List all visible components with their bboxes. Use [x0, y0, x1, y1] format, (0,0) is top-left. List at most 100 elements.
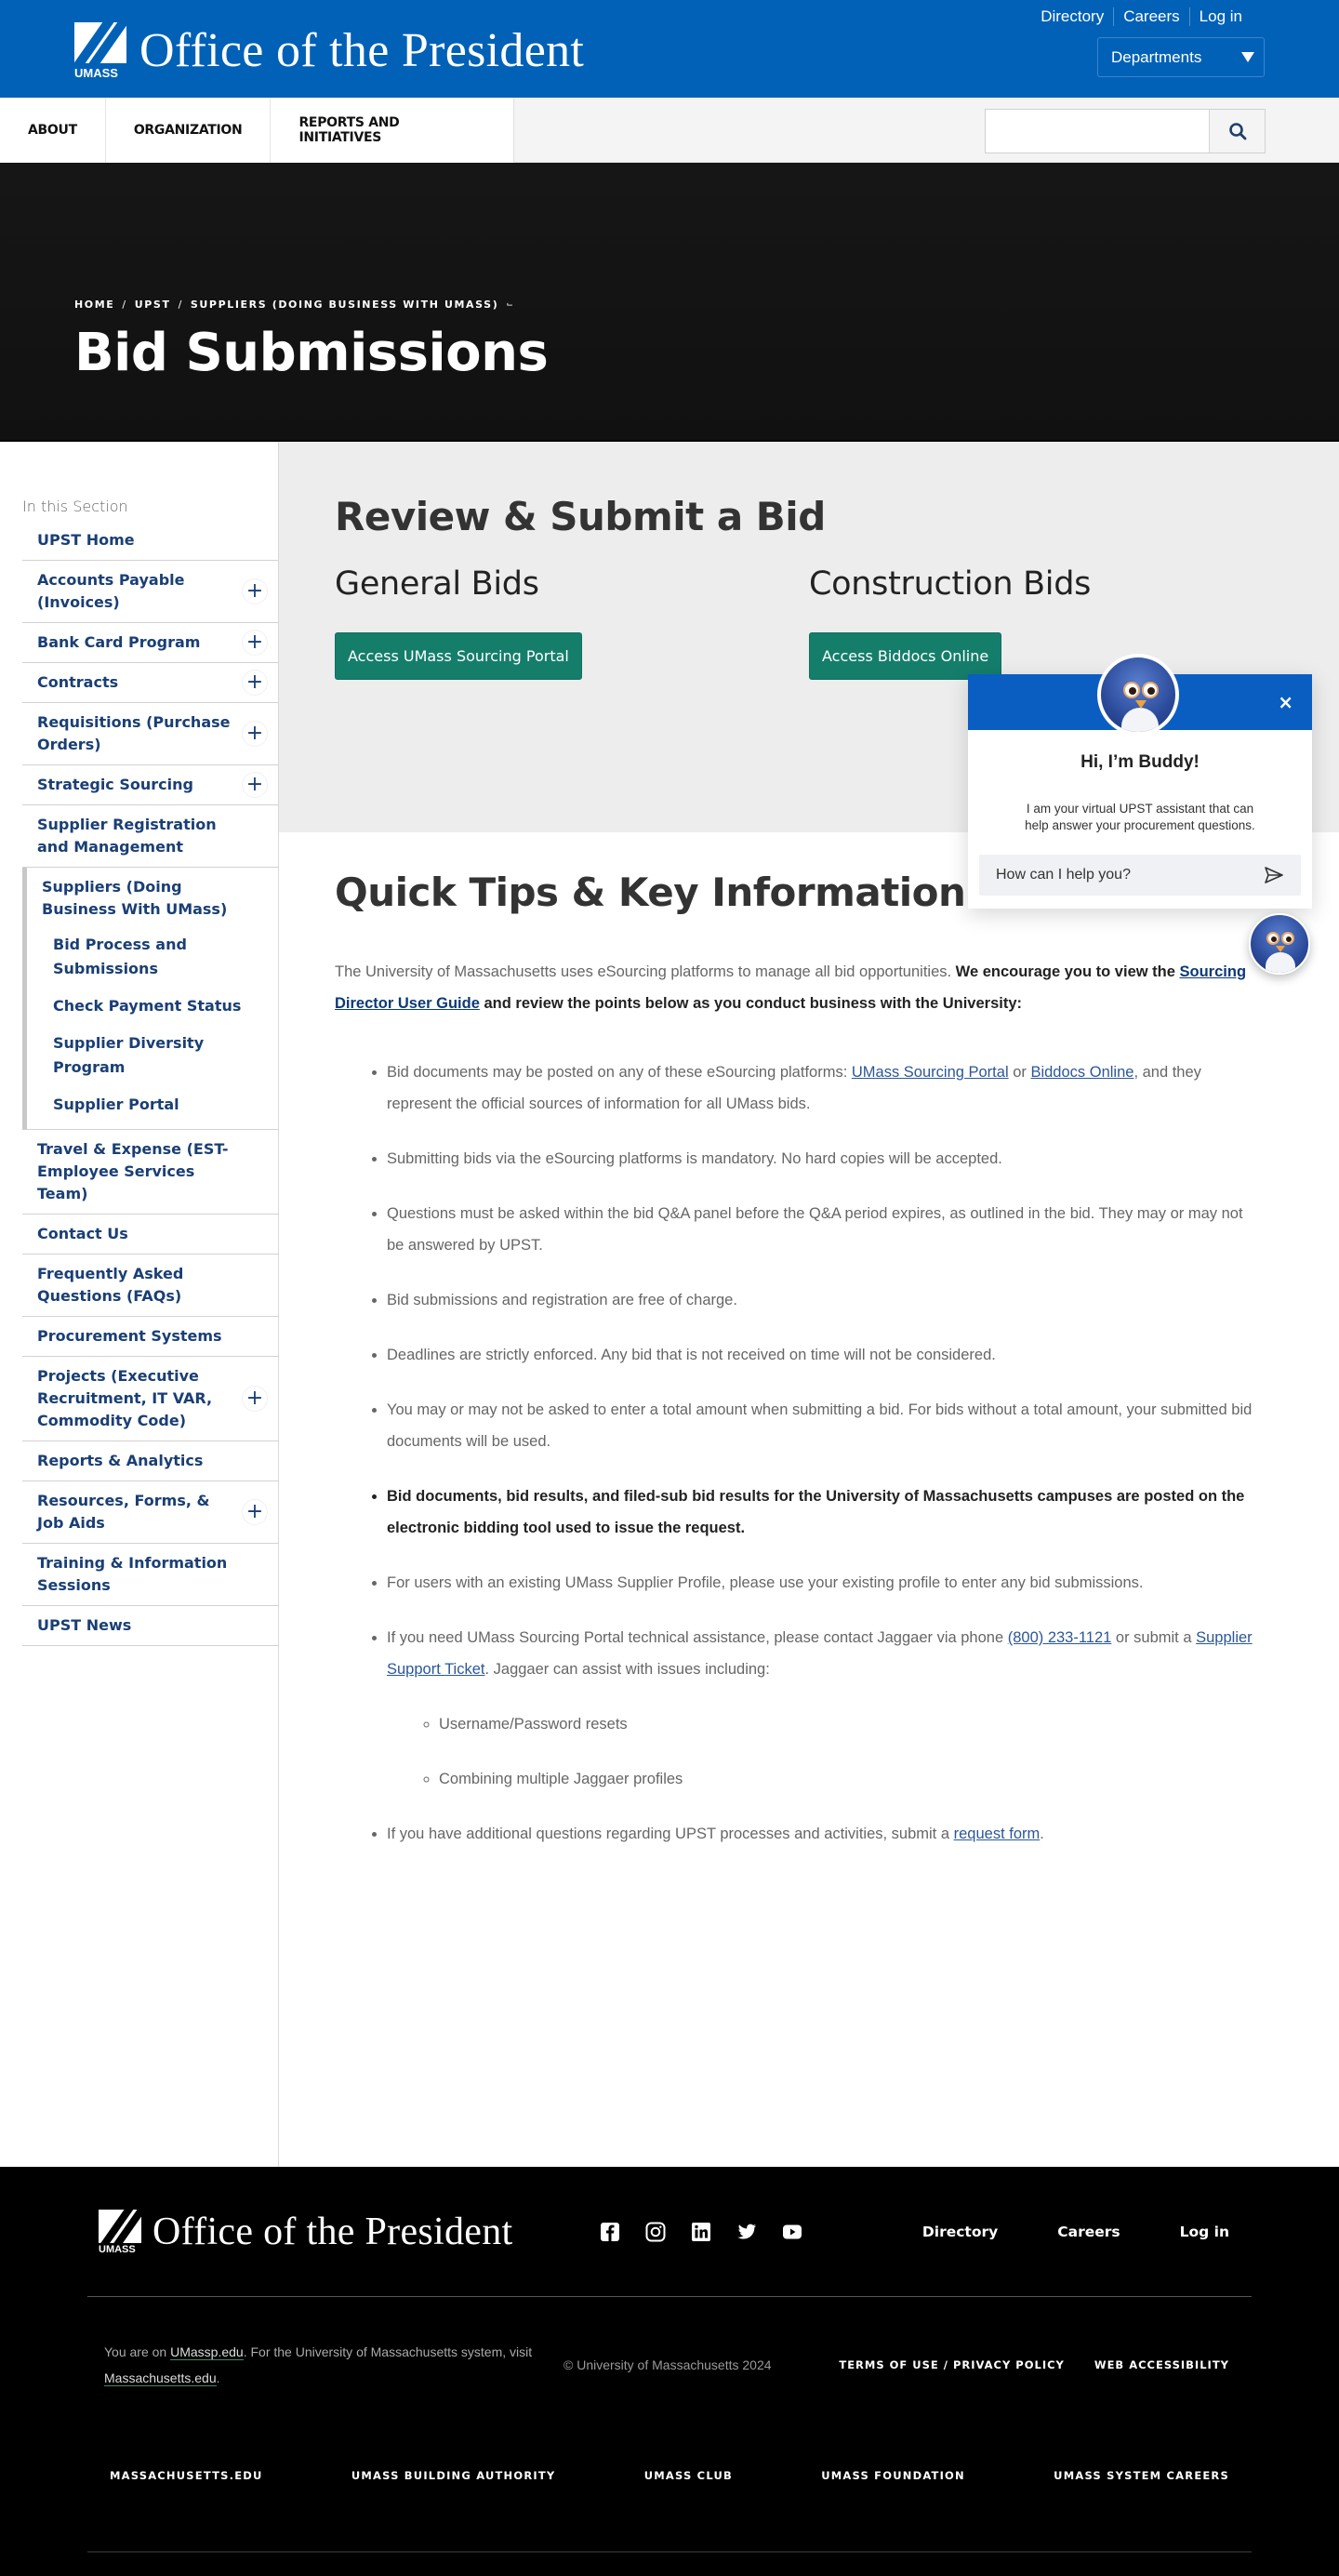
item-text: If you have additional questions regardi…: [387, 1826, 954, 1842]
nav-tab-organization[interactable]: ORGANIZATION: [106, 98, 272, 163]
sidebar-item-frequently-asked-questions-faqs[interactable]: Frequently Asked Questions (FAQs): [22, 1255, 278, 1317]
sidebar-item-projects-executive-recruitment-it-var-commodity-code[interactable]: Projects (Executive Recruitment, IT VAR,…: [22, 1357, 278, 1441]
sidebar-item-label: Projects (Executive Recruitment, IT VAR,…: [37, 1367, 213, 1429]
footer-directory-link[interactable]: Directory: [922, 2224, 998, 2240]
youtube-icon[interactable]: [781, 2221, 803, 2243]
sidebar-item-label: UPST News: [37, 1616, 132, 1634]
nav-tab-reports-and-initiatives[interactable]: REPORTS AND INITIATIVES: [271, 98, 513, 163]
sidebar-subgroup-wrap: Suppliers (Doing Business With UMass) Bi…: [22, 868, 278, 1130]
login-link[interactable]: Log in: [1190, 7, 1252, 26]
linkedin-icon[interactable]: [690, 2221, 712, 2243]
item-text: or submit a: [1111, 1629, 1197, 1646]
chat-launcher-icon[interactable]: [1249, 913, 1310, 975]
sidebar-item-label: Travel & Expense (EST-Employee Services …: [37, 1140, 229, 1202]
sidebar-subitem-supplier-portal[interactable]: Supplier Portal: [27, 1086, 278, 1123]
expand-plus-icon[interactable]: +: [243, 773, 267, 797]
sourcing-portal-link[interactable]: UMass Sourcing Portal: [852, 1064, 1009, 1081]
send-icon[interactable]: [1264, 866, 1284, 884]
expand-plus-icon[interactable]: +: [243, 579, 267, 604]
section-label: In this Section: [22, 498, 128, 515]
expand-plus-icon[interactable]: +: [243, 1500, 267, 1524]
sidebar-item-label: Contact Us: [37, 1225, 128, 1242]
sidebar-item-contracts[interactable]: Contracts +: [22, 663, 278, 703]
footer-careers-link[interactable]: Careers: [1057, 2224, 1120, 2240]
sidebar-item-travel-expense-est-employee-services-team[interactable]: Travel & Expense (EST-Employee Services …: [22, 1130, 278, 1215]
sidebar-item-strategic-sourcing[interactable]: Strategic Sourcing +: [22, 765, 278, 805]
search-input[interactable]: [986, 110, 1209, 153]
construction-bids-title: Construction Bids: [809, 565, 1092, 603]
general-bids-title: General Bids: [335, 565, 539, 603]
list-item: Bid documents may be posted on any of th…: [387, 1056, 1257, 1120]
close-icon[interactable]: ×: [1278, 693, 1293, 711]
expand-plus-icon[interactable]: +: [243, 671, 267, 695]
web-accessibility-link[interactable]: WEB ACCESSIBILITY: [1094, 2358, 1229, 2371]
access-biddocs-button[interactable]: Access Biddocs Online: [809, 632, 1002, 680]
intro-bold: and review the points below as you condu…: [479, 995, 1022, 1012]
umassp-link[interactable]: UMassp.edu: [170, 2344, 244, 2360]
instagram-icon[interactable]: [644, 2221, 667, 2243]
sidebar-subitem-bid-process[interactable]: Bid Process and Submissions: [27, 926, 278, 988]
affiliate-link-building-authority[interactable]: UMASS BUILDING AUTHORITY: [351, 2469, 556, 2551]
note-text: You are on: [104, 2344, 171, 2359]
sidebar-item-label: UPST Home: [37, 531, 135, 549]
sidebar-item-accounts-payable-invoices[interactable]: Accounts Payable (Invoices) +: [22, 561, 278, 623]
access-sourcing-portal-button[interactable]: Access UMass Sourcing Portal: [335, 632, 582, 680]
sidebar-item-resources-forms-job-aids[interactable]: Resources, Forms, & Job Aids +: [22, 1481, 278, 1544]
sidebar-item-bank-card-program[interactable]: Bank Card Program +: [22, 623, 278, 663]
item-text: Bid documents may be posted on any of th…: [387, 1064, 852, 1081]
affiliate-link-umass-foundation[interactable]: UMASS FOUNDATION: [821, 2469, 965, 2551]
affiliate-link-massachusetts-edu[interactable]: MASSACHUSETTS.EDU: [110, 2469, 263, 2551]
sidebar-item-supplier-registration-and-management[interactable]: Supplier Registration and Management: [22, 805, 278, 868]
sidebar-subitem-check-payment[interactable]: Check Payment Status: [27, 988, 278, 1025]
chat-input[interactable]: [996, 867, 1238, 883]
list-item: Bid submissions and registration are fre…: [387, 1284, 1257, 1316]
expand-plus-icon[interactable]: +: [243, 722, 267, 746]
search-button[interactable]: [1209, 110, 1265, 153]
footer-login-link[interactable]: Log in: [1180, 2224, 1229, 2240]
general-bids: General Bids Access UMass Sourcing Porta…: [335, 565, 809, 680]
sidebar-subitem-diversity[interactable]: Supplier Diversity Program: [27, 1025, 278, 1086]
sidebar-item-requisitions-purchase-orders[interactable]: Requisitions (Purchase Orders) +: [22, 703, 278, 765]
careers-link[interactable]: Careers: [1114, 7, 1190, 26]
massachusetts-edu-link[interactable]: Massachusetts.edu: [104, 2370, 217, 2386]
copyright: © University of Massachusetts 2024: [563, 2357, 772, 2372]
breadcrumb-home[interactable]: HOME: [74, 299, 114, 311]
intro-text: The University of Massachusetts uses eSo…: [335, 963, 956, 980]
sidebar-item-reports-analytics[interactable]: Reports & Analytics: [22, 1441, 278, 1481]
social-links: [599, 2221, 803, 2243]
site-logo-link[interactable]: UMASS Office of the President: [74, 22, 584, 80]
jaggaer-phone-link[interactable]: (800) 233-1121: [1008, 1629, 1112, 1646]
sidebar-nav-lower: Travel & Expense (EST-Employee Services …: [22, 1130, 278, 1646]
sidebar-item-contact-us[interactable]: Contact Us: [22, 1215, 278, 1255]
nav-tab-about[interactable]: ABOUT: [0, 98, 106, 163]
sidebar-item-label: Frequently Asked Questions (FAQs): [37, 1265, 184, 1305]
list-item: If you have additional questions regardi…: [387, 1818, 1257, 1850]
departments-label: Departments: [1111, 47, 1202, 66]
item-text: If you need UMass Sourcing Portal techni…: [387, 1629, 1008, 1646]
directory-link[interactable]: Directory: [1031, 7, 1115, 26]
terms-privacy-link[interactable]: TERMS OF USE / PRIVACY POLICY: [839, 2358, 1065, 2371]
affiliate-link-umass-club[interactable]: UMASS CLUB: [644, 2469, 733, 2551]
expand-plus-icon[interactable]: +: [243, 631, 267, 655]
utility-nav: Directory Careers Log in: [1031, 7, 1252, 26]
item-text: or: [1008, 1064, 1031, 1081]
biddocs-link[interactable]: Biddocs Online: [1030, 1064, 1134, 1081]
sidebar-item-upst-news[interactable]: UPST News: [22, 1606, 278, 1646]
footer-logo-link[interactable]: UMASS Office of the President: [99, 2209, 513, 2255]
breadcrumb-upst[interactable]: UPST: [135, 299, 171, 311]
affiliate-link-system-careers[interactable]: UMASS SYSTEM CAREERS: [1054, 2469, 1229, 2551]
expand-plus-icon[interactable]: +: [243, 1387, 267, 1411]
departments-dropdown[interactable]: Departments: [1097, 37, 1265, 77]
sidebar-item-upst-home[interactable]: UPST Home: [22, 521, 278, 561]
sidebar-item-procurement-systems[interactable]: Procurement Systems: [22, 1317, 278, 1357]
bid-heading: Review & Submit a Bid: [335, 494, 826, 539]
twitter-icon[interactable]: [736, 2221, 758, 2243]
sidebar-item-suppliers[interactable]: Suppliers (Doing Business With UMass): [27, 868, 278, 926]
sidebar-item-training-information-sessions[interactable]: Training & Information Sessions: [22, 1544, 278, 1606]
facebook-icon[interactable]: [599, 2221, 621, 2243]
sidebar-item-label: Supplier Registration and Management: [37, 816, 217, 856]
request-form-link[interactable]: request form: [954, 1826, 1041, 1842]
list-item: If you need UMass Sourcing Portal techni…: [387, 1622, 1257, 1795]
breadcrumb-suppliers[interactable]: SUPPLIERS (DOING BUSINESS WITH UMASS): [191, 299, 498, 311]
affiliate-links: MASSACHUSETTS.EDU UMASS BUILDING AUTHORI…: [87, 2432, 1252, 2553]
